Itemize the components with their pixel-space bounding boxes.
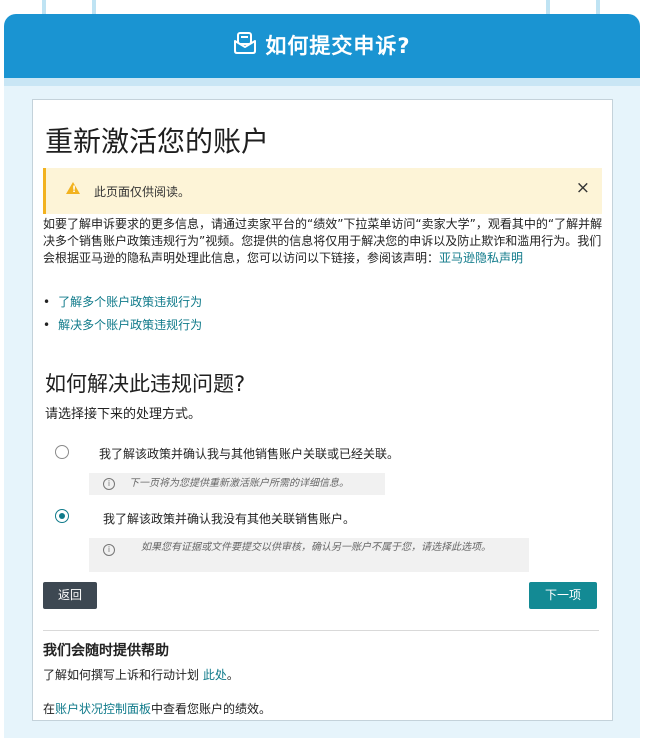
help-line-1-text: 了解如何撰写上诉和行动计划 [43,668,203,682]
header-banner: 如何提交申诉? [4,14,640,78]
help-line-2-prefix: 在 [43,702,56,716]
close-icon[interactable]: × [576,178,590,198]
next-button[interactable]: 下一项 [529,582,597,609]
back-button[interactable]: 返回 [43,582,97,609]
question-title: 如何解决此违规问题? [45,372,246,396]
option-2-hint-text: 如果您有证据或文件要提交以供审核，确认另一账户不属于您，请选择此选项。 [141,542,491,553]
option-1-label[interactable]: 我了解该政策并确认我与其他销售账户关联或已经关联。 [99,445,399,462]
learn-violation-link[interactable]: 了解多个账户政策违规行为 [58,295,202,309]
appeal-card: 重新激活您的账户 ! 此页面仅供阅读。 × 如要了解申诉要求的更多信息，请通过卖… [32,99,613,721]
question-subtitle: 请选择接下来的处理方式。 [45,407,202,422]
info-icon: i [103,544,115,556]
document-envelope-icon [233,31,257,59]
banner-title: 如何提交申诉? [4,30,640,61]
help-line-1-end: 。 [226,668,239,682]
banner-title-text: 如何提交申诉? [265,34,411,58]
help-line-2: 在账户状况控制面板中查看您账户的绩效。 [43,700,271,717]
warning-icon: ! [66,182,80,195]
info-icon: i [103,478,115,490]
intro-paragraph: 如要了解申诉要求的更多信息，请通过卖家平台的“绩效”下拉菜单访问“卖家大学”，观… [43,216,603,267]
page-title: 重新激活您的账户 [45,125,270,158]
resolve-violation-link[interactable]: 解决多个账户政策违规行为 [58,318,202,332]
divider [43,630,599,631]
option-1-hint-text: 下一页将为您提供重新激活账户所需的详细信息。 [129,478,349,489]
banner-band [4,78,640,86]
bullet-marker: • [43,318,51,332]
read-only-alert: ! 此页面仅供阅读。 × [43,168,602,214]
option-2-label[interactable]: 我了解该政策并确认我没有其他关联销售账户。 [103,510,355,527]
alert-text: 此页面仅供阅读。 [94,185,191,199]
option-2-radio[interactable] [55,509,69,523]
help-title: 我们会随时提供帮助 [43,643,169,659]
privacy-notice-link[interactable]: 亚马逊隐私声明 [439,251,523,265]
list-item: • 解决多个账户政策违规行为 [43,316,202,333]
help-line-2-suffix: 中查看您账户的绩效。 [151,702,272,716]
option-2-hint: i 如果您有证据或文件要提交以供审核，确认另一账户不属于您，请选择此选项。 [89,538,529,572]
account-health-dashboard-link[interactable]: 账户状况控制面板 [55,702,151,716]
appeal-guide-link[interactable]: 此处 [203,668,227,682]
option-1-hint: i 下一页将为您提供重新激活账户所需的详细信息。 [89,473,385,495]
bullet-marker: • [43,295,51,309]
list-item: • 了解多个账户政策违规行为 [43,293,202,310]
help-line-1: 了解如何撰写上诉和行动计划 此处。 [43,666,239,683]
option-1-radio[interactable] [55,445,69,459]
